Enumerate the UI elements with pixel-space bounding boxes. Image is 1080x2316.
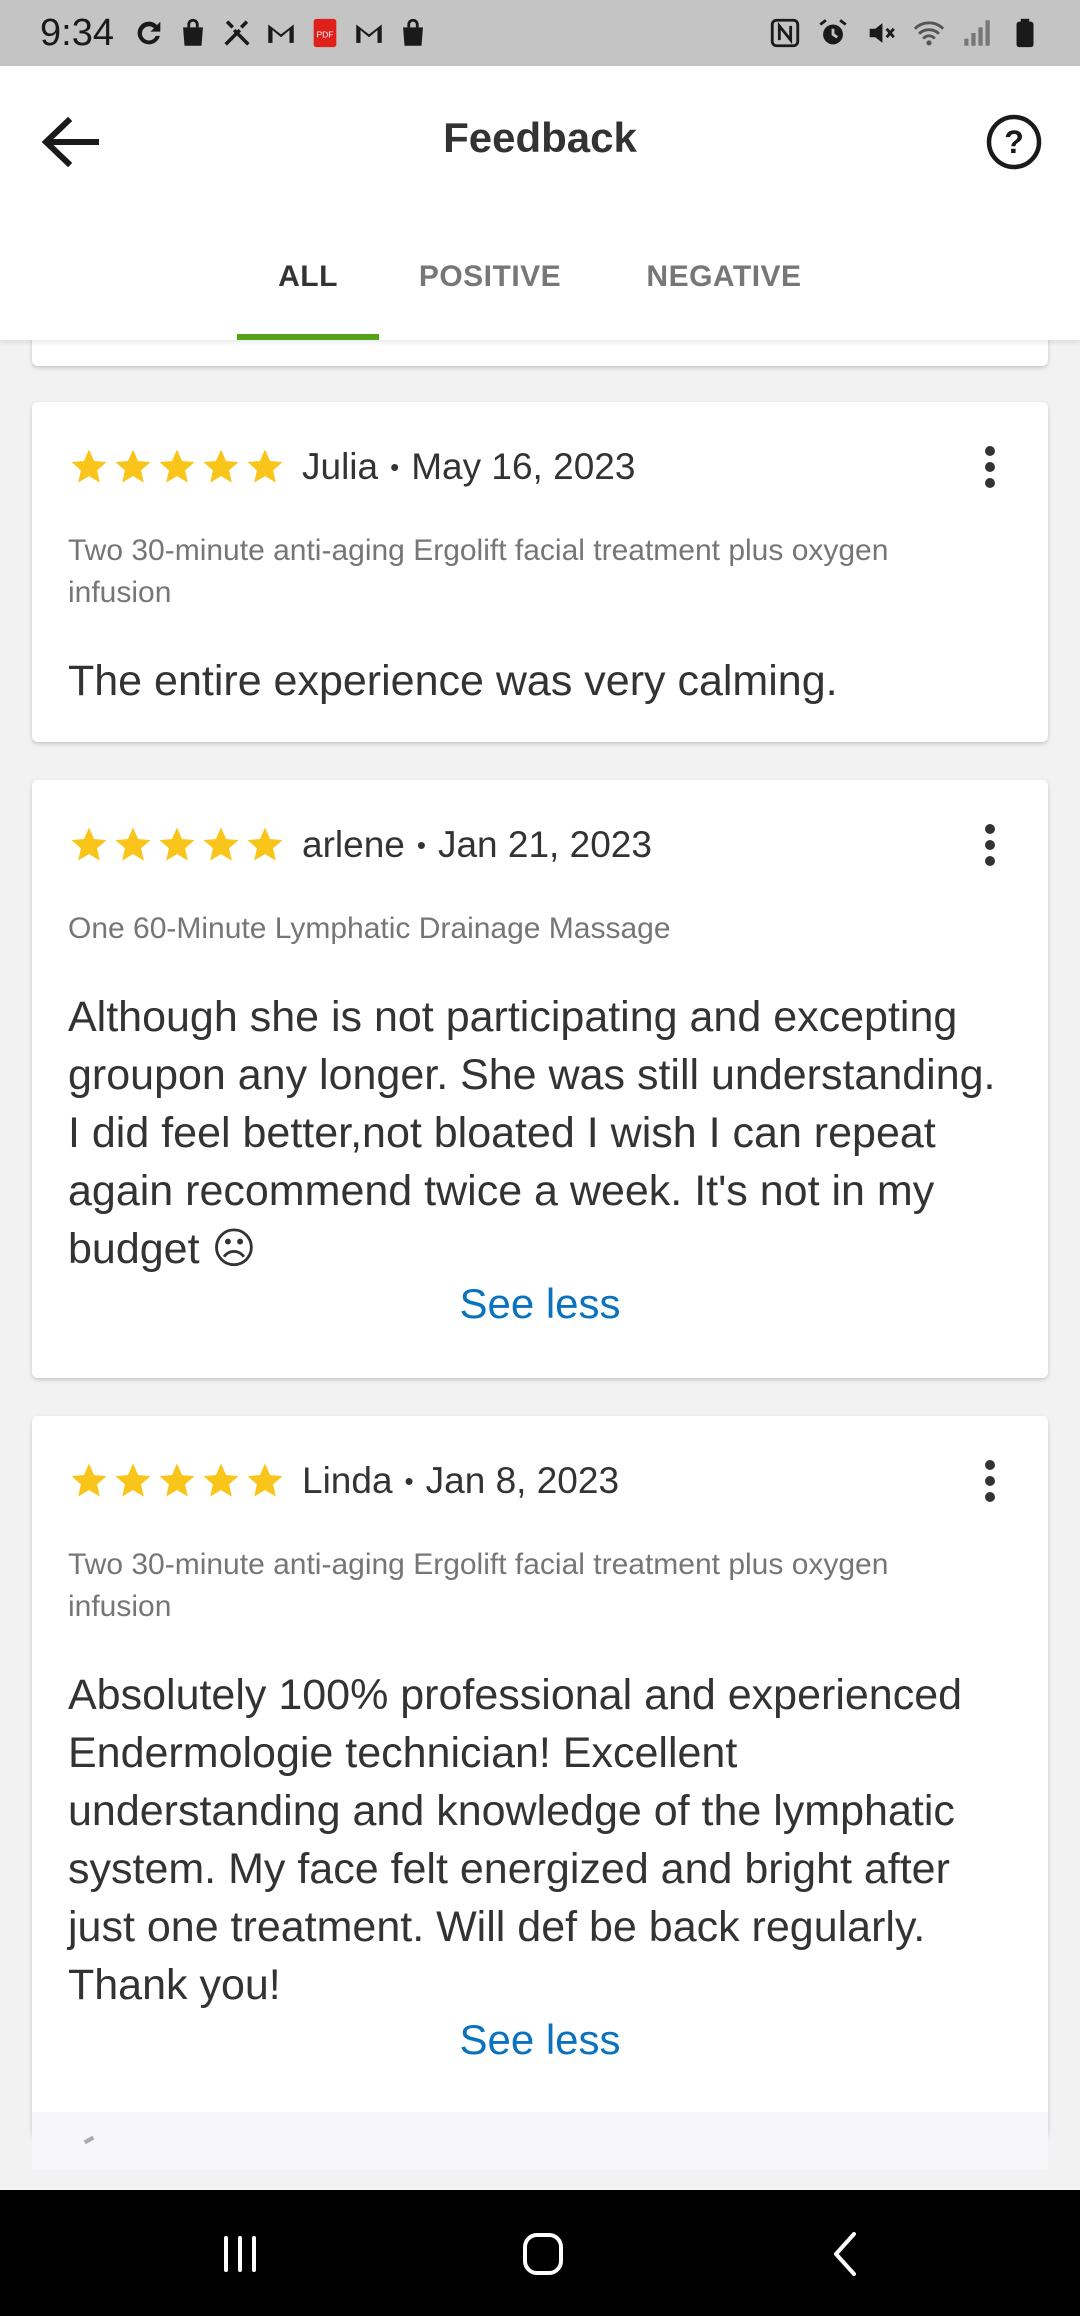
pdf-icon: PDF xyxy=(308,16,342,50)
separator-dot: • xyxy=(404,1465,414,1496)
back-icon xyxy=(834,2232,856,2276)
star-icon xyxy=(156,1460,198,1502)
tools-icon xyxy=(220,16,254,50)
review-card: Julia • May 16, 2023 Two 30-minute anti-… xyxy=(32,402,1048,742)
review-list[interactable]: Julia • May 16, 2023 Two 30-minute anti-… xyxy=(0,340,1080,2170)
review-card: Linda • Jan 8, 2023 Two 30-minute anti-a… xyxy=(32,1416,1048,2136)
more-options-icon[interactable] xyxy=(980,442,1000,492)
star-icon xyxy=(200,824,242,866)
review-header: Julia • May 16, 2023 xyxy=(68,442,635,492)
review-text: The entire experience was very calming. xyxy=(68,657,838,705)
help-button[interactable]: ? xyxy=(984,112,1044,172)
deal-title: Two 30-minute anti-aging Ergolift facial… xyxy=(68,1548,889,1623)
star-icon xyxy=(200,1460,242,1502)
reviewer-name: Linda xyxy=(302,1460,393,1501)
review-date: May 16, 2023 xyxy=(411,446,636,487)
star-rating xyxy=(68,446,286,488)
star-icon xyxy=(156,824,198,866)
question-circle-icon: ? xyxy=(986,114,1042,170)
app-bar: Feedback ? xyxy=(0,66,1080,214)
back-nav-button[interactable] xyxy=(806,2224,886,2284)
page-title: Feedback xyxy=(443,114,637,161)
star-icon xyxy=(156,446,198,488)
battery-icon xyxy=(1008,16,1042,50)
review-date: Jan 8, 2023 xyxy=(425,1460,620,1501)
shopping-bag-icon xyxy=(396,16,430,50)
system-nav-bar xyxy=(0,2190,1080,2316)
more-options-icon[interactable] xyxy=(980,1456,1000,1506)
star-icon xyxy=(68,1460,110,1502)
home-button[interactable] xyxy=(503,2224,583,2284)
review-date: Jan 21, 2023 xyxy=(437,824,652,865)
star-icon xyxy=(244,446,286,488)
review-header: Linda • Jan 8, 2023 xyxy=(68,1456,619,1506)
star-icon xyxy=(112,824,154,866)
see-less-link[interactable]: See less xyxy=(32,1280,1048,1328)
star-icon xyxy=(244,1460,286,1502)
recents-icon xyxy=(224,2236,256,2272)
svg-text:?: ? xyxy=(1004,124,1024,160)
reviewer-name: Julia xyxy=(302,446,379,487)
nfc-icon xyxy=(768,16,802,50)
review-header: arlene • Jan 21, 2023 xyxy=(68,820,652,870)
star-icon xyxy=(112,1460,154,1502)
mute-icon xyxy=(864,16,898,50)
sync-icon xyxy=(132,16,166,50)
next-review-card xyxy=(32,2112,1048,2170)
wifi-icon xyxy=(912,16,946,50)
notification-icons: PDF xyxy=(132,16,430,50)
star-icon xyxy=(200,446,242,488)
review-text: Although she is not participating and ex… xyxy=(68,993,996,1273)
alarm-icon xyxy=(816,16,850,50)
previous-review-card xyxy=(32,340,1048,366)
system-status-icons xyxy=(768,16,1042,50)
more-options-icon[interactable] xyxy=(980,820,1000,870)
home-icon xyxy=(523,2233,563,2275)
review-card: arlene • Jan 21, 2023 One 60-Minute Lymp… xyxy=(32,780,1048,1378)
reviewer-name: arlene xyxy=(302,824,405,865)
status-time: 9:34 xyxy=(40,11,114,54)
feedback-tabs: ALL POSITIVE NEGATIVE xyxy=(0,214,1080,340)
card-edge-mark xyxy=(83,2135,95,2145)
gmail-icon xyxy=(352,16,386,50)
separator-dot: • xyxy=(416,829,426,860)
active-tab-indicator xyxy=(237,334,379,340)
shopping-bag-icon xyxy=(176,16,210,50)
star-icon xyxy=(68,446,110,488)
deal-title: Two 30-minute anti-aging Ergolift facial… xyxy=(68,534,889,609)
svg-text:PDF: PDF xyxy=(316,29,333,39)
star-icon xyxy=(112,446,154,488)
tab-all[interactable]: ALL xyxy=(237,214,379,340)
tab-negative[interactable]: NEGATIVE xyxy=(622,214,826,340)
star-icon xyxy=(68,824,110,866)
star-rating xyxy=(68,824,286,866)
review-text: Absolutely 100% professional and experie… xyxy=(68,1671,963,2009)
signal-icon xyxy=(960,16,994,50)
star-icon xyxy=(244,824,286,866)
star-rating xyxy=(68,1460,286,1502)
recents-button[interactable] xyxy=(200,2224,280,2284)
deal-title: One 60-Minute Lymphatic Drainage Massage xyxy=(68,912,671,945)
status-bar: 9:34 PDF xyxy=(0,0,1080,66)
separator-dot: • xyxy=(390,451,400,482)
tab-positive[interactable]: POSITIVE xyxy=(400,214,580,340)
gmail-icon xyxy=(264,16,298,50)
see-less-link[interactable]: See less xyxy=(32,2016,1048,2064)
